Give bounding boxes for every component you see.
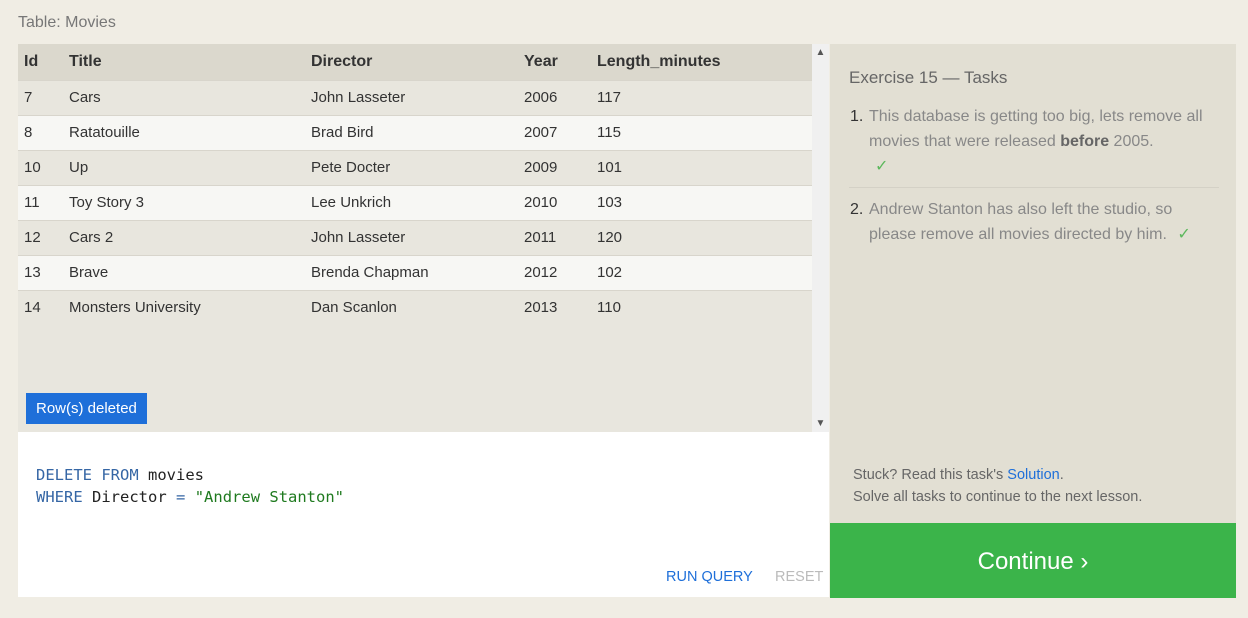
- cell-title: Cars 2: [69, 219, 311, 255]
- cell-id: 14: [18, 289, 69, 325]
- table-row: 11 Toy Story 3 Lee Unkrich 2010 103: [18, 184, 812, 220]
- check-icon: ✓: [1177, 226, 1191, 243]
- hint-text: Stuck? Read this task's Solution. Solve …: [853, 464, 1142, 508]
- cell-director: Brenda Chapman: [311, 254, 524, 290]
- column-header-director: Director: [311, 44, 524, 80]
- continue-button[interactable]: Continue ›: [830, 523, 1236, 598]
- task-number: 1.: [850, 108, 864, 125]
- tasks-panel: Exercise 15 — Tasks 1. This database is …: [830, 44, 1236, 523]
- cell-year: 2006: [524, 79, 597, 115]
- task-text: 2005.: [1109, 133, 1154, 150]
- task-text-bold: before: [1060, 133, 1110, 150]
- status-badge: Row(s) deleted: [26, 393, 147, 424]
- cell-id: 8: [18, 114, 69, 150]
- sql-editor[interactable]: DELETE FROM movies WHERE Director = "And…: [18, 432, 829, 597]
- table-row: 13 Brave Brenda Chapman 2012 102: [18, 254, 812, 290]
- column-header-year: Year: [524, 44, 597, 80]
- cell-title: Monsters University: [69, 289, 311, 325]
- cell-id: 10: [18, 149, 69, 185]
- cell-year: 2012: [524, 254, 597, 290]
- table-row: 10 Up Pete Docter 2009 101: [18, 149, 812, 185]
- cell-title: Brave: [69, 254, 311, 290]
- table-caption: Table: Movies: [18, 14, 116, 31]
- cell-id: 12: [18, 219, 69, 255]
- table-row: 8 Ratatouille Brad Bird 2007 115: [18, 114, 812, 150]
- table-row: 12 Cars 2 John Lasseter 2011 120: [18, 219, 812, 255]
- cell-year: 2010: [524, 184, 597, 220]
- hint-line-2: Solve all tasks to continue to the next …: [853, 489, 1143, 505]
- cell-director: Dan Scanlon: [311, 289, 524, 325]
- table-row: 7 Cars John Lasseter 2006 117: [18, 79, 812, 115]
- check-icon: ✓: [875, 158, 889, 175]
- cell-director: John Lasseter: [311, 219, 524, 255]
- column-header-title: Title: [69, 44, 311, 80]
- cell-year: 2013: [524, 289, 597, 325]
- sql-identifier: movies: [148, 466, 204, 484]
- task-text: Andrew Stanton has also left the studio,…: [869, 201, 1173, 243]
- solution-link[interactable]: Solution: [1007, 467, 1059, 483]
- task-number: 2.: [850, 201, 864, 218]
- cell-length: 110: [597, 289, 812, 325]
- tasks-title: Exercise 15 — Tasks: [849, 68, 1008, 87]
- column-header-length: Length_minutes: [597, 44, 812, 80]
- cell-director: Lee Unkrich: [311, 184, 524, 220]
- cell-length: 101: [597, 149, 812, 185]
- cell-title: Up: [69, 149, 311, 185]
- scroll-up-icon[interactable]: ▲: [812, 44, 829, 61]
- task-item: 2. Andrew Stanton has also left the stud…: [849, 197, 1219, 247]
- hint-prefix: Stuck? Read this task's: [853, 467, 1008, 483]
- cell-id: 11: [18, 184, 69, 220]
- sql-keyword: WHERE: [36, 488, 83, 506]
- cell-title: Cars: [69, 79, 311, 115]
- results-table: Id Title Director Year Length_minutes 7 …: [18, 44, 812, 325]
- hint-suffix: .: [1059, 467, 1064, 483]
- sql-query-text[interactable]: DELETE FROM movies WHERE Director = "And…: [36, 464, 344, 508]
- cell-director: Brad Bird: [311, 114, 524, 150]
- table-row: 14 Monsters University Dan Scanlon 2013 …: [18, 289, 812, 325]
- sql-operator: =: [176, 488, 186, 506]
- cell-year: 2007: [524, 114, 597, 150]
- cell-id: 7: [18, 79, 69, 115]
- cell-id: 13: [18, 254, 69, 290]
- cell-length: 102: [597, 254, 812, 290]
- run-query-button[interactable]: RUN QUERY: [666, 569, 753, 585]
- query-results-panel: Id Title Director Year Length_minutes 7 …: [18, 44, 829, 432]
- cell-length: 115: [597, 114, 812, 150]
- reset-button[interactable]: RESET: [775, 569, 823, 585]
- sql-identifier: Director: [92, 488, 167, 506]
- cell-length: 117: [597, 79, 812, 115]
- cell-length: 120: [597, 219, 812, 255]
- task-list: 1. This database is getting too big, let…: [849, 104, 1219, 247]
- cell-year: 2011: [524, 219, 597, 255]
- cell-title: Toy Story 3: [69, 184, 311, 220]
- cell-year: 2009: [524, 149, 597, 185]
- results-scrollbar[interactable]: ▲ ▼: [812, 44, 829, 432]
- table-header-row: Id Title Director Year Length_minutes: [18, 44, 812, 80]
- scroll-down-icon[interactable]: ▼: [812, 415, 829, 432]
- task-item: 1. This database is getting too big, let…: [849, 104, 1219, 188]
- sql-keyword: DELETE FROM: [36, 466, 139, 484]
- cell-length: 103: [597, 184, 812, 220]
- column-header-id: Id: [18, 44, 69, 80]
- cell-director: Pete Docter: [311, 149, 524, 185]
- cell-director: John Lasseter: [311, 79, 524, 115]
- sql-string-literal: "Andrew Stanton": [194, 488, 345, 506]
- cell-title: Ratatouille: [69, 114, 311, 150]
